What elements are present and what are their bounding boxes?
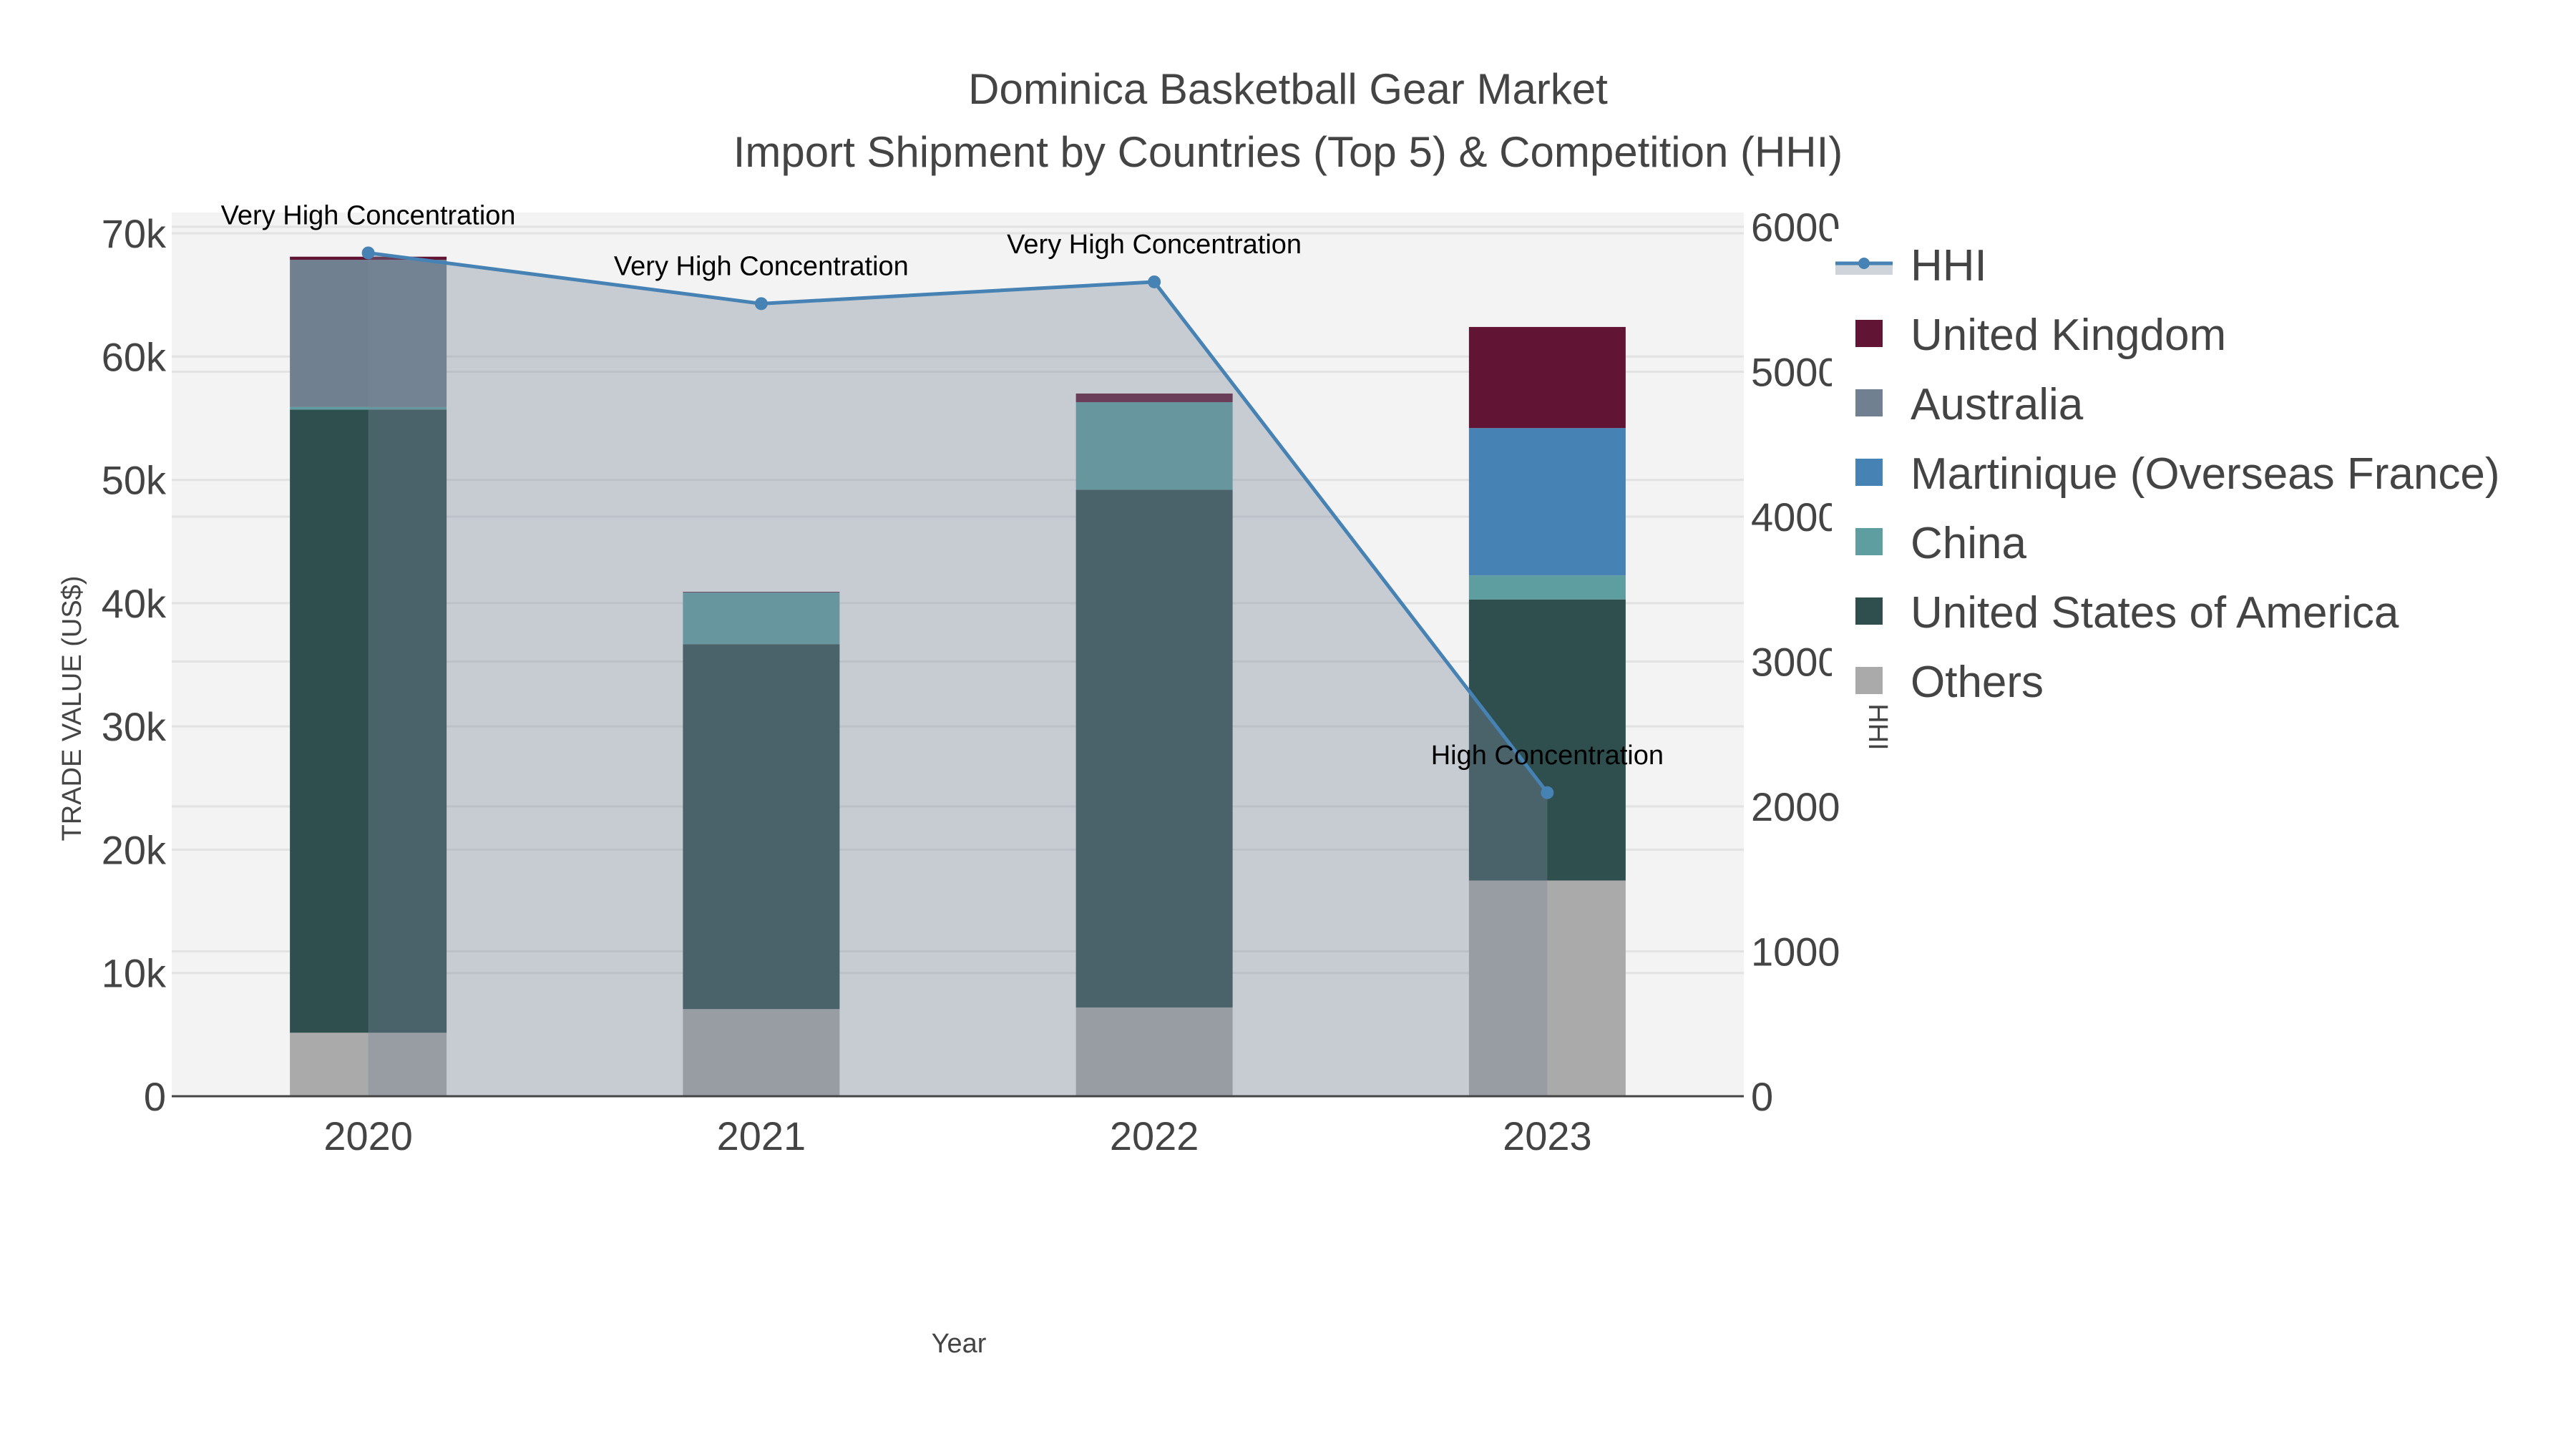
hhi-point-2023 — [1541, 786, 1554, 799]
legend-label-australia: Australia — [1911, 380, 2084, 429]
x-tick-label: 2023 — [1503, 1113, 1592, 1158]
y-tick-label: 50k — [102, 458, 167, 503]
y2-tick-label: 3000 — [1751, 640, 1840, 685]
legend-swatch-others — [1855, 667, 1883, 694]
hhi-point-2022 — [1148, 275, 1161, 288]
y2-tick-label: 2000 — [1751, 784, 1840, 829]
legend-swatch-united-kingdom — [1855, 320, 1883, 347]
legend-label-martinique-overseas-france-: Martinique (Overseas France) — [1911, 449, 2500, 499]
legend-swatch-hhi-marker — [1858, 258, 1870, 269]
x-tick-label: 2022 — [1110, 1113, 1199, 1158]
y-axis-title: TRADE VALUE (US$) — [57, 576, 87, 841]
x-axis-ticks: 2020 2021 2022 2023 — [323, 1113, 1591, 1158]
legend-label-united-states-of-america: United States of America — [1911, 588, 2399, 638]
bar-martinique-overseas-france--2023 — [1468, 428, 1626, 576]
legend-label-united-kingdom: United Kingdom — [1911, 311, 2226, 360]
chart-title: Dominica Basketball Gear Market — [968, 65, 1608, 113]
bar-china-2023 — [1468, 575, 1626, 600]
y-axis-ticks: 0 10k 20k 30k 40k 50k 60k 70k — [102, 211, 167, 1119]
y2-tick-label: 5000 — [1751, 350, 1840, 395]
hhi-point-2020 — [361, 246, 375, 260]
y-tick-label: 40k — [102, 581, 167, 626]
hhi-annotation-2023: High Concentration — [1431, 741, 1664, 771]
legend-label-china: China — [1911, 519, 2027, 568]
y2-axis-title: HHI — [1863, 703, 1893, 750]
legend-swatch-united-states-of-america — [1855, 597, 1883, 625]
y2-tick-label: 1000 — [1751, 930, 1840, 975]
hhi-annotation-2022: Very High Concentration — [1007, 230, 1302, 260]
hhi-annotation-2021: Very High Concentration — [614, 251, 909, 281]
y2-axis-ticks: 0 1000 2000 3000 4000 5000 6000 — [1751, 205, 1840, 1119]
legend-label-others: Others — [1911, 658, 2044, 707]
y-tick-label: 0 — [144, 1074, 166, 1119]
bar-united-kingdom-2023 — [1468, 326, 1626, 429]
y2-tick-label: 6000 — [1751, 205, 1840, 250]
legend-swatch-china — [1855, 528, 1883, 555]
y2-tick-label: 0 — [1751, 1074, 1773, 1119]
x-tick-label: 2020 — [323, 1113, 413, 1158]
legend-label-hhi: HHI — [1911, 241, 1987, 291]
y-tick-label: 60k — [102, 334, 167, 379]
chart-subtitle: Import Shipment by Countries (Top 5) & C… — [733, 128, 1843, 176]
x-axis-title: Year — [932, 1329, 987, 1359]
y-tick-label: 10k — [102, 951, 167, 996]
hhi-point-2021 — [754, 297, 768, 311]
hhi-annotation-2020: Very High Concentration — [221, 200, 516, 230]
chart: Very High Concentration Very High Concent… — [57, 65, 2576, 1359]
legend-swatch-australia — [1855, 389, 1883, 416]
y2-tick-label: 4000 — [1751, 494, 1840, 540]
y-tick-label: 30k — [102, 704, 167, 749]
y-tick-label: 20k — [102, 827, 167, 872]
x-tick-label: 2021 — [717, 1113, 806, 1158]
legend-swatch-martinique-overseas-france- — [1855, 459, 1883, 486]
y-tick-label: 70k — [102, 211, 167, 256]
